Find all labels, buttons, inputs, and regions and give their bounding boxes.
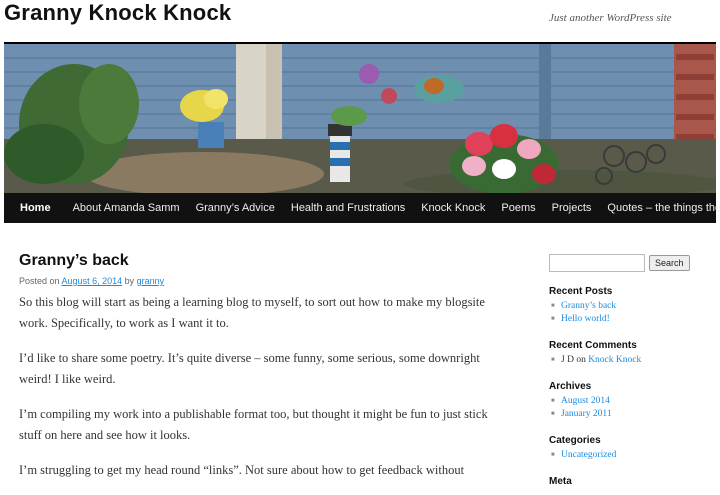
comment-post-link[interactable]: Knock Knock [588,355,641,365]
post-paragraph: So this blog will start as being a learn… [19,295,485,330]
site-title[interactable]: Granny Knock Knock [4,0,231,26]
categories-heading: Categories [549,435,601,446]
archive-link[interactable]: August 2014 [561,396,610,406]
post-paragraph: I’m struggling to get my head round “lin… [19,463,465,477]
recent-posts-widget: Recent Posts Granny’s back Hello world! [549,286,719,326]
sidebar: Search Recent Posts Granny’s back Hello … [549,254,719,490]
nav-item-quotes[interactable]: Quotes – the things they say [599,193,720,223]
list-item: Granny’s back [549,300,719,313]
category-link[interactable]: Uncategorized [561,450,616,460]
site-header: Granny Knock Knock Just another WordPres… [0,0,720,40]
list-item: August 2014 [549,395,719,408]
nav-item-home[interactable]: Home [4,193,65,223]
nav-item-poems[interactable]: Poems [493,193,543,223]
nav-item-health-and-frustrations[interactable]: Health and Frustrations [283,193,413,223]
main-navigation: Home About Amanda Samm Granny’s Advice H… [4,193,720,223]
recent-post-link[interactable]: Granny’s back [561,301,616,311]
posted-on-label: Posted on [19,276,60,286]
post-paragraph: I’d like to share some poetry. It’s quit… [19,351,480,386]
search-input[interactable] [549,254,645,272]
site-tagline: Just another WordPress site [549,12,672,24]
archive-link[interactable]: January 2011 [561,409,612,419]
comment-author: J D [561,355,574,365]
recent-comments-heading: Recent Comments [549,340,637,351]
post-author-link[interactable]: granny [137,276,165,286]
main-content: Granny’s back Posted on August 6, 2014 b… [19,252,509,495]
meta-heading: Meta [549,476,572,487]
recent-post-link[interactable]: Hello world! [561,314,610,324]
archives-widget: Archives August 2014 January 2011 [549,381,719,421]
by-label: by [124,276,135,286]
recent-posts-heading: Recent Posts [549,286,613,297]
search-button[interactable]: Search [649,255,690,271]
post-date-link[interactable]: August 6, 2014 [62,276,123,286]
recent-comments-widget: Recent Comments J D on Knock Knock [549,340,719,367]
nav-item-grannys-advice[interactable]: Granny’s Advice [188,193,283,223]
post-body: So this blog will start as being a learn… [19,292,509,481]
garden-fence-photo [4,44,716,195]
nav-item-projects[interactable]: Projects [544,193,600,223]
list-item: J D on Knock Knock [549,354,719,367]
list-item: January 2011 [549,408,719,421]
nav-item-knock-knock[interactable]: Knock Knock [413,193,493,223]
search-widget: Search [549,254,719,272]
post-title[interactable]: Granny’s back [19,252,509,270]
nav-item-about-amanda-samm[interactable]: About Amanda Samm [65,193,188,223]
categories-widget: Categories Uncategorized [549,435,719,462]
post-meta: Posted on August 6, 2014 by granny [19,276,509,286]
archives-heading: Archives [549,381,592,392]
post-paragraph: I’m compiling my work into a publishable… [19,407,488,442]
list-item: Uncategorized [549,449,719,462]
comment-on-label: on [576,355,586,365]
list-item: Hello world! [549,313,719,326]
header-banner-image[interactable] [4,42,716,195]
meta-widget: Meta [549,476,719,487]
